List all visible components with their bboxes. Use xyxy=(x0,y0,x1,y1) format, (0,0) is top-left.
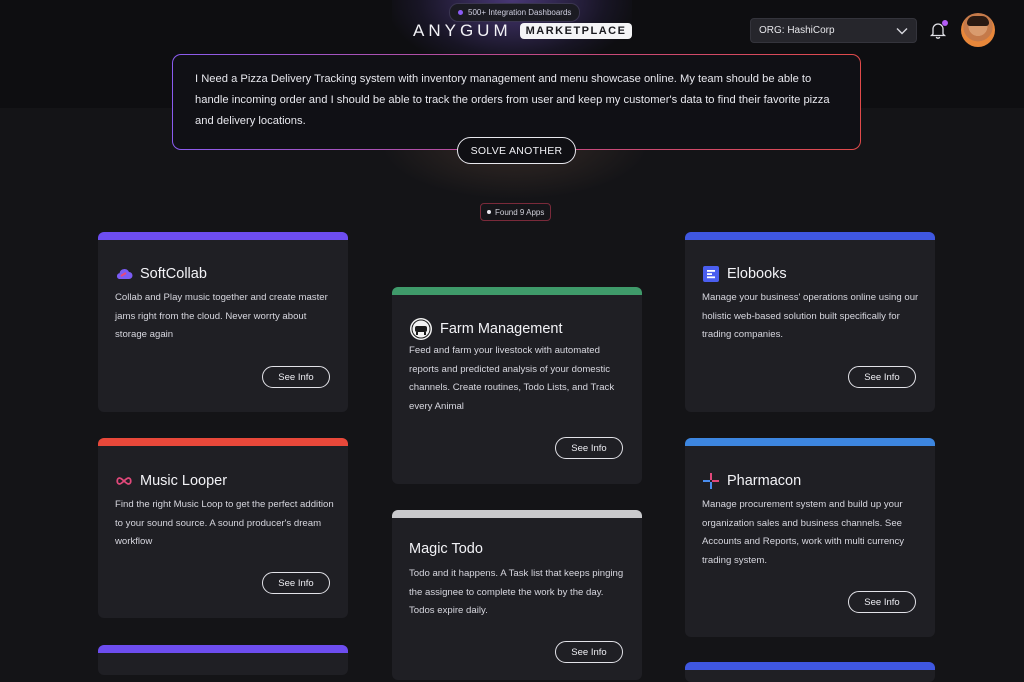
card-accent-bar xyxy=(392,287,642,295)
card-description: Feed and farm your livestock with automa… xyxy=(409,345,615,412)
card-title: Elobooks xyxy=(727,266,787,282)
brand-name: ANYGUM xyxy=(413,21,512,40)
card-description: Collab and Play music together and creat… xyxy=(115,292,328,341)
integrations-pill-label: 500+ Integration Dashboards xyxy=(468,8,572,17)
card-header: Pharmacon xyxy=(702,472,801,490)
org-select-value: ORG: HashiCorp xyxy=(759,25,835,36)
card-description: Todo and it happens. A Task list that ke… xyxy=(409,568,624,617)
card-header: Magic Todo xyxy=(409,541,483,557)
card-header: Elobooks xyxy=(702,265,787,283)
app-card-partial-right[interactable] xyxy=(685,662,935,682)
card-header: SoftCollab xyxy=(115,265,207,283)
card-description: Manage your business' operations online … xyxy=(702,292,919,341)
card-accent-bar xyxy=(98,438,348,446)
solve-another-button[interactable]: SOLVE ANOTHER xyxy=(457,137,576,164)
infinity-icon xyxy=(115,472,133,490)
see-info-button[interactable]: See Info xyxy=(848,591,916,613)
card-header: Farm Management xyxy=(409,317,563,341)
notification-badge xyxy=(942,20,948,26)
see-info-button[interactable]: See Info xyxy=(262,366,330,388)
org-select[interactable]: ORG: HashiCorp xyxy=(750,18,917,43)
card-title: Pharmacon xyxy=(727,473,802,489)
avatar[interactable] xyxy=(961,13,995,47)
prompt-box: I Need a Pizza Delivery Tracking system … xyxy=(172,54,861,150)
card-accent-bar xyxy=(392,510,642,518)
card-header: Music Looper xyxy=(115,472,227,490)
farm-logo-icon xyxy=(409,317,433,341)
app-card-softcollab[interactable]: SoftCollab Collab and Play music togethe… xyxy=(98,232,348,412)
see-info-button[interactable]: See Info xyxy=(262,572,330,594)
see-info-button[interactable]: See Info xyxy=(555,641,623,663)
see-info-button[interactable]: See Info xyxy=(555,437,623,459)
brand-tag: MARKETPLACE xyxy=(519,23,633,39)
card-accent-bar xyxy=(98,232,348,240)
card-accent-bar xyxy=(98,645,348,653)
app-card-partial-left[interactable] xyxy=(98,645,348,675)
card-title: Magic Todo xyxy=(409,541,483,557)
app-card-music-looper[interactable]: Music Looper Find the right Music Loop t… xyxy=(98,438,348,618)
app-card-farm-management[interactable]: Farm Management Feed and farm your lives… xyxy=(392,287,642,484)
card-description: Manage procurement system and build up y… xyxy=(702,499,905,566)
book-icon xyxy=(702,265,720,283)
notifications-bell[interactable] xyxy=(928,20,948,40)
card-title: Music Looper xyxy=(140,473,228,489)
chevron-down-icon xyxy=(896,27,908,34)
card-accent-bar xyxy=(685,662,935,670)
card-title: Farm Management xyxy=(440,321,563,337)
brand-logo[interactable]: ANYGUM MARKETPLACE xyxy=(413,20,633,42)
app-card-elobooks[interactable]: Elobooks Manage your business' operation… xyxy=(685,232,935,412)
card-accent-bar xyxy=(685,438,935,446)
avatar-hair xyxy=(967,16,989,26)
card-accent-bar xyxy=(685,232,935,240)
found-dot-icon xyxy=(487,210,491,214)
pill-dot-icon xyxy=(458,10,463,15)
app-card-pharmacon[interactable]: Pharmacon Manage procurement system and … xyxy=(685,438,935,637)
found-apps-label: Found 9 Apps xyxy=(495,207,545,217)
plus-cross-icon xyxy=(702,472,720,490)
card-title: SoftCollab xyxy=(140,266,207,282)
app-card-magic-todo[interactable]: Magic Todo Todo and it happens. A Task l… xyxy=(392,510,642,680)
cloud-icon xyxy=(115,265,133,283)
prompt-text: I Need a Pizza Delivery Tracking system … xyxy=(195,73,830,127)
found-apps-badge: Found 9 Apps xyxy=(480,203,552,221)
see-info-button[interactable]: See Info xyxy=(848,366,916,388)
card-description: Find the right Music Loop to get the per… xyxy=(115,499,334,548)
